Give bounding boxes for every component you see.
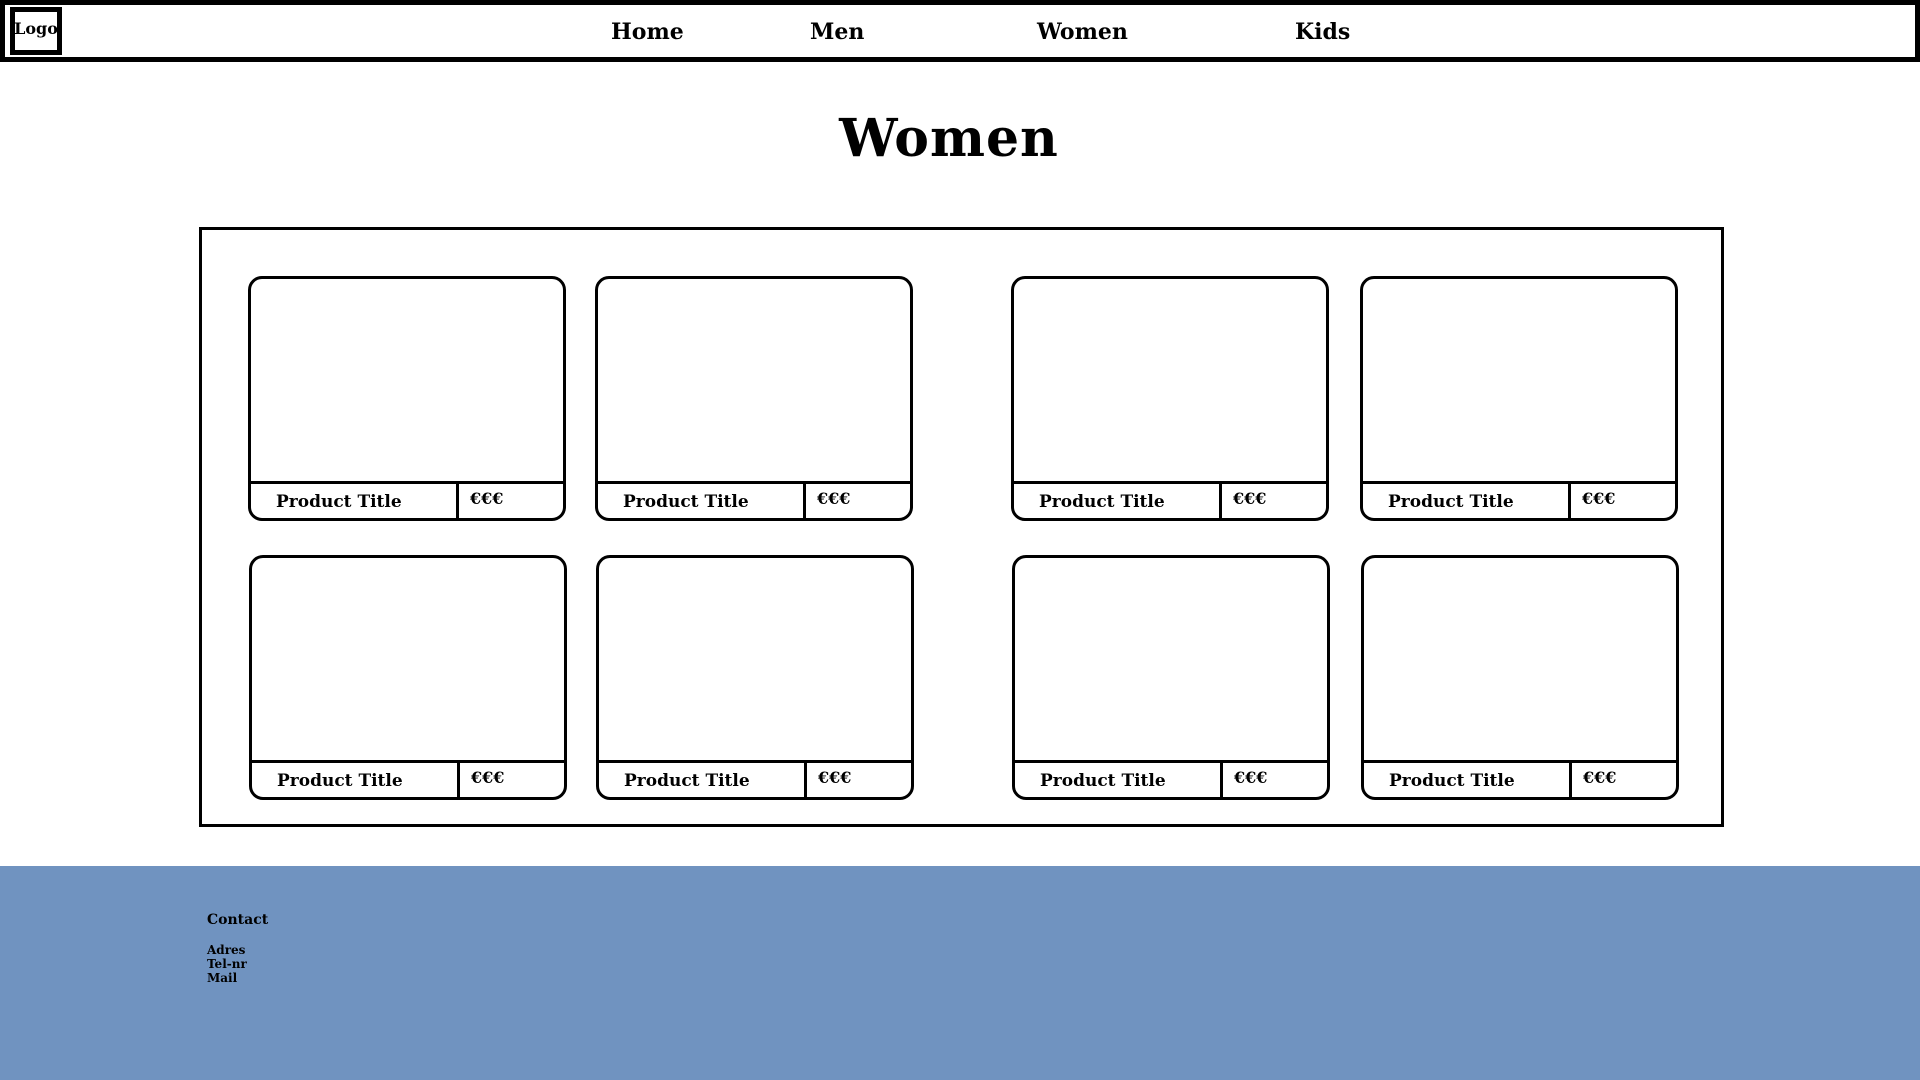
product-image[interactable] [598,279,910,484]
product-image[interactable] [1015,558,1327,763]
page-title: Women [839,108,1059,169]
product-title: Product Title [252,763,460,797]
product-price: €€€ [1234,768,1268,787]
nav-link-home[interactable]: Home [611,19,684,45]
product-title: Product Title [599,763,807,797]
product-title: Product Title [1015,763,1223,797]
product-price: €€€ [1233,489,1267,508]
logo[interactable]: Logo [10,7,62,55]
product-card[interactable]: Product Title €€€ [249,555,567,800]
product-card[interactable]: Product Title €€€ [248,276,566,521]
footer-contact-heading: Contact [207,912,269,928]
nav-link-men[interactable]: Men [810,19,864,45]
product-image[interactable] [1364,558,1676,763]
product-image[interactable] [252,558,564,763]
nav-link-women[interactable]: Women [1037,19,1128,45]
product-price: €€€ [471,768,505,787]
product-price: €€€ [1583,768,1617,787]
product-price: €€€ [1582,489,1616,508]
product-card[interactable]: Product Title €€€ [596,555,914,800]
logo-label: Logo [14,18,58,38]
footer-phone: Tel-nr [207,957,247,971]
nav-link-kids[interactable]: Kids [1295,19,1350,45]
product-image[interactable] [1014,279,1326,484]
product-card[interactable]: Product Title €€€ [1011,276,1329,521]
product-title: Product Title [1364,763,1572,797]
product-title: Product Title [598,484,806,518]
product-price: €€€ [817,489,851,508]
footer: Contact Adres Tel-nr Mail [0,866,1920,1080]
product-card[interactable]: Product Title €€€ [1012,555,1330,800]
footer-mail: Mail [207,971,238,985]
product-price: €€€ [470,489,504,508]
product-card[interactable]: Product Title €€€ [595,276,913,521]
product-image[interactable] [1363,279,1675,484]
product-card[interactable]: Product Title €€€ [1360,276,1678,521]
footer-address: Adres [207,943,246,957]
product-grid: Product Title €€€ Product Title €€€ Prod… [199,227,1724,827]
product-image[interactable] [251,279,563,484]
product-card[interactable]: Product Title €€€ [1361,555,1679,800]
product-title: Product Title [251,484,459,518]
product-title: Product Title [1014,484,1222,518]
product-price: €€€ [818,768,852,787]
top-nav-bar: Logo Home Men Women Kids [0,0,1920,62]
product-title: Product Title [1363,484,1571,518]
product-image[interactable] [599,558,911,763]
